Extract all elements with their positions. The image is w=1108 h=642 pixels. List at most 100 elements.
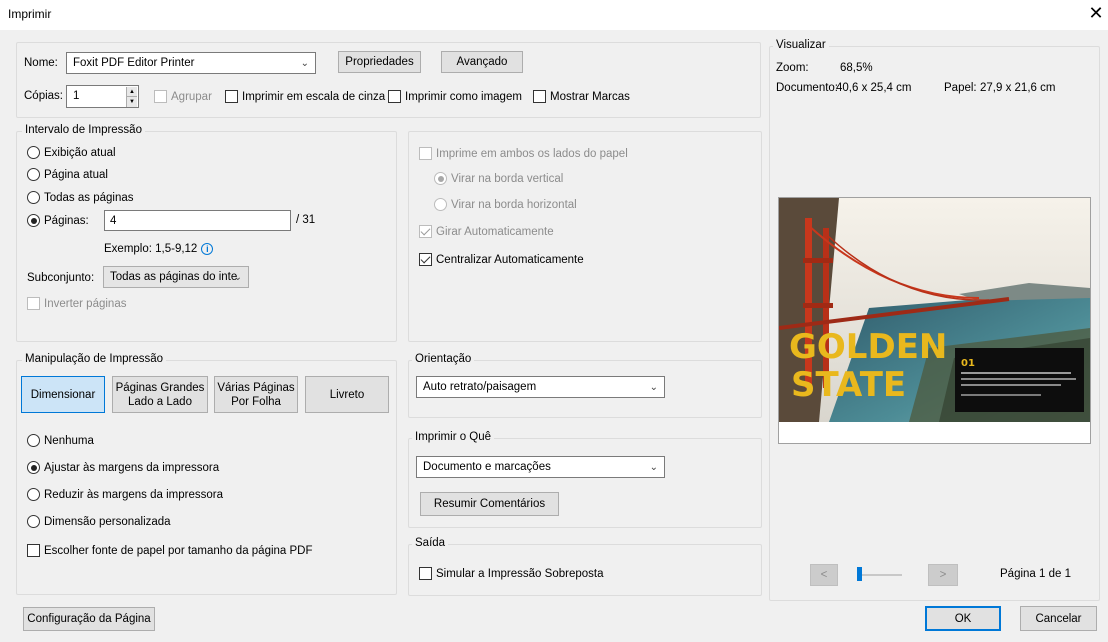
- scale-custom-option[interactable]: Dimensão personalizada: [27, 515, 171, 528]
- pages-label: Páginas:: [44, 214, 89, 227]
- chevron-down-icon: ⌄: [649, 382, 658, 393]
- flip-short-label: Virar na borda horizontal: [451, 198, 577, 211]
- grayscale-checkbox[interactable]: [225, 90, 238, 103]
- title-bar: [0, 0, 1108, 30]
- flip-long-option[interactable]: Virar na borda vertical: [434, 172, 563, 185]
- cancel-button[interactable]: Cancelar: [1020, 606, 1097, 631]
- auto-center-checkbox[interactable]: [419, 253, 432, 266]
- page-slider-track[interactable]: [858, 574, 902, 576]
- collate-label: Agrupar: [171, 90, 212, 103]
- scale-shrink-option[interactable]: Reduzir às margens da impressora: [27, 488, 223, 501]
- scale-shrink-label: Reduzir às margens da impressora: [44, 488, 223, 501]
- current-view-radio[interactable]: [27, 146, 40, 159]
- scale-fit-radio[interactable]: [27, 461, 40, 474]
- preview-legend: Visualizar: [773, 39, 829, 51]
- collate-checkbox[interactable]: [154, 90, 167, 103]
- both-sides-checkbox[interactable]: [419, 147, 432, 160]
- scale-none-option[interactable]: Nenhuma: [27, 434, 94, 447]
- tab-tile-large-pages[interactable]: Páginas Grandes Lado a Lado: [112, 376, 208, 413]
- current-page-option[interactable]: Página atual: [27, 168, 108, 181]
- info-icon[interactable]: i: [201, 243, 214, 255]
- reverse-option[interactable]: Inverter páginas: [27, 297, 126, 310]
- paper-source-checkbox[interactable]: [27, 544, 40, 557]
- subset-select[interactable]: Todas as páginas do inte ⌄: [103, 266, 249, 288]
- pages-input[interactable]: 4: [104, 210, 291, 231]
- subset-value: Todas as páginas do inte: [110, 271, 238, 283]
- current-view-label: Exibição atual: [44, 146, 116, 159]
- what-legend: Imprimir o Quê: [412, 431, 495, 443]
- pages-total: / 31: [296, 214, 316, 226]
- properties-button[interactable]: Propriedades: [338, 51, 421, 73]
- orientation-value: Auto retrato/paisagem: [423, 381, 537, 393]
- page-setup-button[interactable]: Configuração da Página: [23, 607, 155, 631]
- auto-rotate-checkbox[interactable]: [419, 225, 432, 238]
- show-marks-option[interactable]: Mostrar Marcas: [533, 90, 630, 103]
- both-sides-option[interactable]: Imprime em ambos os lados do papel: [419, 147, 628, 160]
- grayscale-label: Imprimir em escala de cinza: [242, 90, 386, 103]
- flip-short-option[interactable]: Virar na borda horizontal: [434, 198, 577, 211]
- scale-none-label: Nenhuma: [44, 434, 94, 447]
- flip-long-label: Virar na borda vertical: [451, 172, 564, 185]
- auto-rotate-option[interactable]: Girar Automaticamente: [419, 225, 554, 238]
- dialog-title: Imprimir: [8, 7, 52, 21]
- zoom-value: 68,5%: [840, 62, 873, 74]
- spin-up-icon[interactable]: ▲: [127, 87, 137, 97]
- auto-center-label: Centralizar Automaticamente: [436, 253, 584, 266]
- simulate-label: Simular a Impressão Sobreposta: [436, 567, 604, 580]
- scale-custom-label: Dimensão personalizada: [44, 515, 171, 528]
- grayscale-option[interactable]: Imprimir em escala de cinza: [225, 90, 385, 103]
- close-icon[interactable]: ✕: [1086, 2, 1106, 24]
- tab-multiple-pages[interactable]: Várias Páginas Por Folha: [214, 376, 298, 413]
- zoom-label: Zoom:: [776, 62, 809, 74]
- example-hint: Exemplo: 1,5-9,12 i: [104, 243, 214, 255]
- as-image-option[interactable]: Imprimir como imagem: [388, 90, 522, 103]
- collate-option[interactable]: Agrupar: [154, 90, 212, 103]
- reverse-checkbox[interactable]: [27, 297, 40, 310]
- paper-source-option[interactable]: Escolher fonte de papel por tamanho da p…: [27, 544, 313, 557]
- pages-option[interactable]: Páginas:: [27, 214, 89, 227]
- what-select[interactable]: Documento e marcações ⌄: [416, 456, 665, 478]
- chevron-down-icon: ⌄: [649, 462, 658, 473]
- page-slider-thumb[interactable]: [857, 567, 862, 581]
- all-pages-radio[interactable]: [27, 191, 40, 204]
- tab-booklet[interactable]: Livreto: [305, 376, 389, 413]
- auto-center-option[interactable]: Centralizar Automaticamente: [419, 253, 584, 266]
- current-view-option[interactable]: Exibição atual: [27, 146, 116, 159]
- flip-long-radio[interactable]: [434, 172, 447, 185]
- as-image-checkbox[interactable]: [388, 90, 401, 103]
- pages-radio[interactable]: [27, 214, 40, 227]
- summarize-comments-button[interactable]: Resumir Comentários: [420, 492, 559, 516]
- scale-fit-option[interactable]: Ajustar às margens da impressora: [27, 461, 219, 474]
- simulate-option[interactable]: Simular a Impressão Sobreposta: [419, 567, 603, 580]
- simulate-checkbox[interactable]: [419, 567, 432, 580]
- both-sides-label: Imprime em ambos os lados do papel: [436, 147, 628, 160]
- printer-select-value: Foxit PDF Editor Printer: [73, 57, 195, 69]
- caption-number: 01: [961, 358, 975, 369]
- show-marks-checkbox[interactable]: [533, 90, 546, 103]
- current-page-label: Página atual: [44, 168, 108, 181]
- document-label: Documento:: [776, 82, 839, 94]
- handling-legend: Manipulação de Impressão: [22, 353, 167, 365]
- as-image-label: Imprimir como imagem: [405, 90, 522, 103]
- all-pages-option[interactable]: Todas as páginas: [27, 191, 134, 204]
- flip-short-radio[interactable]: [434, 198, 447, 211]
- ok-button[interactable]: OK: [925, 606, 1001, 631]
- copies-spin-buttons[interactable]: ▲ ▼: [126, 87, 137, 107]
- scale-none-radio[interactable]: [27, 434, 40, 447]
- scale-custom-radio[interactable]: [27, 515, 40, 528]
- copies-value: 1: [73, 90, 80, 102]
- current-page-radio[interactable]: [27, 168, 40, 181]
- headline-state: STATE: [791, 365, 906, 405]
- next-page-button[interactable]: >: [928, 564, 958, 586]
- prev-page-button[interactable]: <: [810, 564, 838, 586]
- bridge-photo: GOLDEN STATE 01: [779, 198, 1090, 422]
- chevron-down-icon: ⌄: [300, 58, 309, 69]
- tab-scale[interactable]: Dimensionar: [21, 376, 105, 413]
- paper-value: 27,9 x 21,6 cm: [980, 82, 1056, 94]
- copies-stepper[interactable]: 1 ▲ ▼: [66, 85, 139, 108]
- advanced-button[interactable]: Avançado: [441, 51, 523, 73]
- orientation-select[interactable]: Auto retrato/paisagem ⌄: [416, 376, 665, 398]
- scale-shrink-radio[interactable]: [27, 488, 40, 501]
- printer-select[interactable]: Foxit PDF Editor Printer ⌄: [66, 52, 316, 74]
- spin-down-icon[interactable]: ▼: [127, 97, 137, 107]
